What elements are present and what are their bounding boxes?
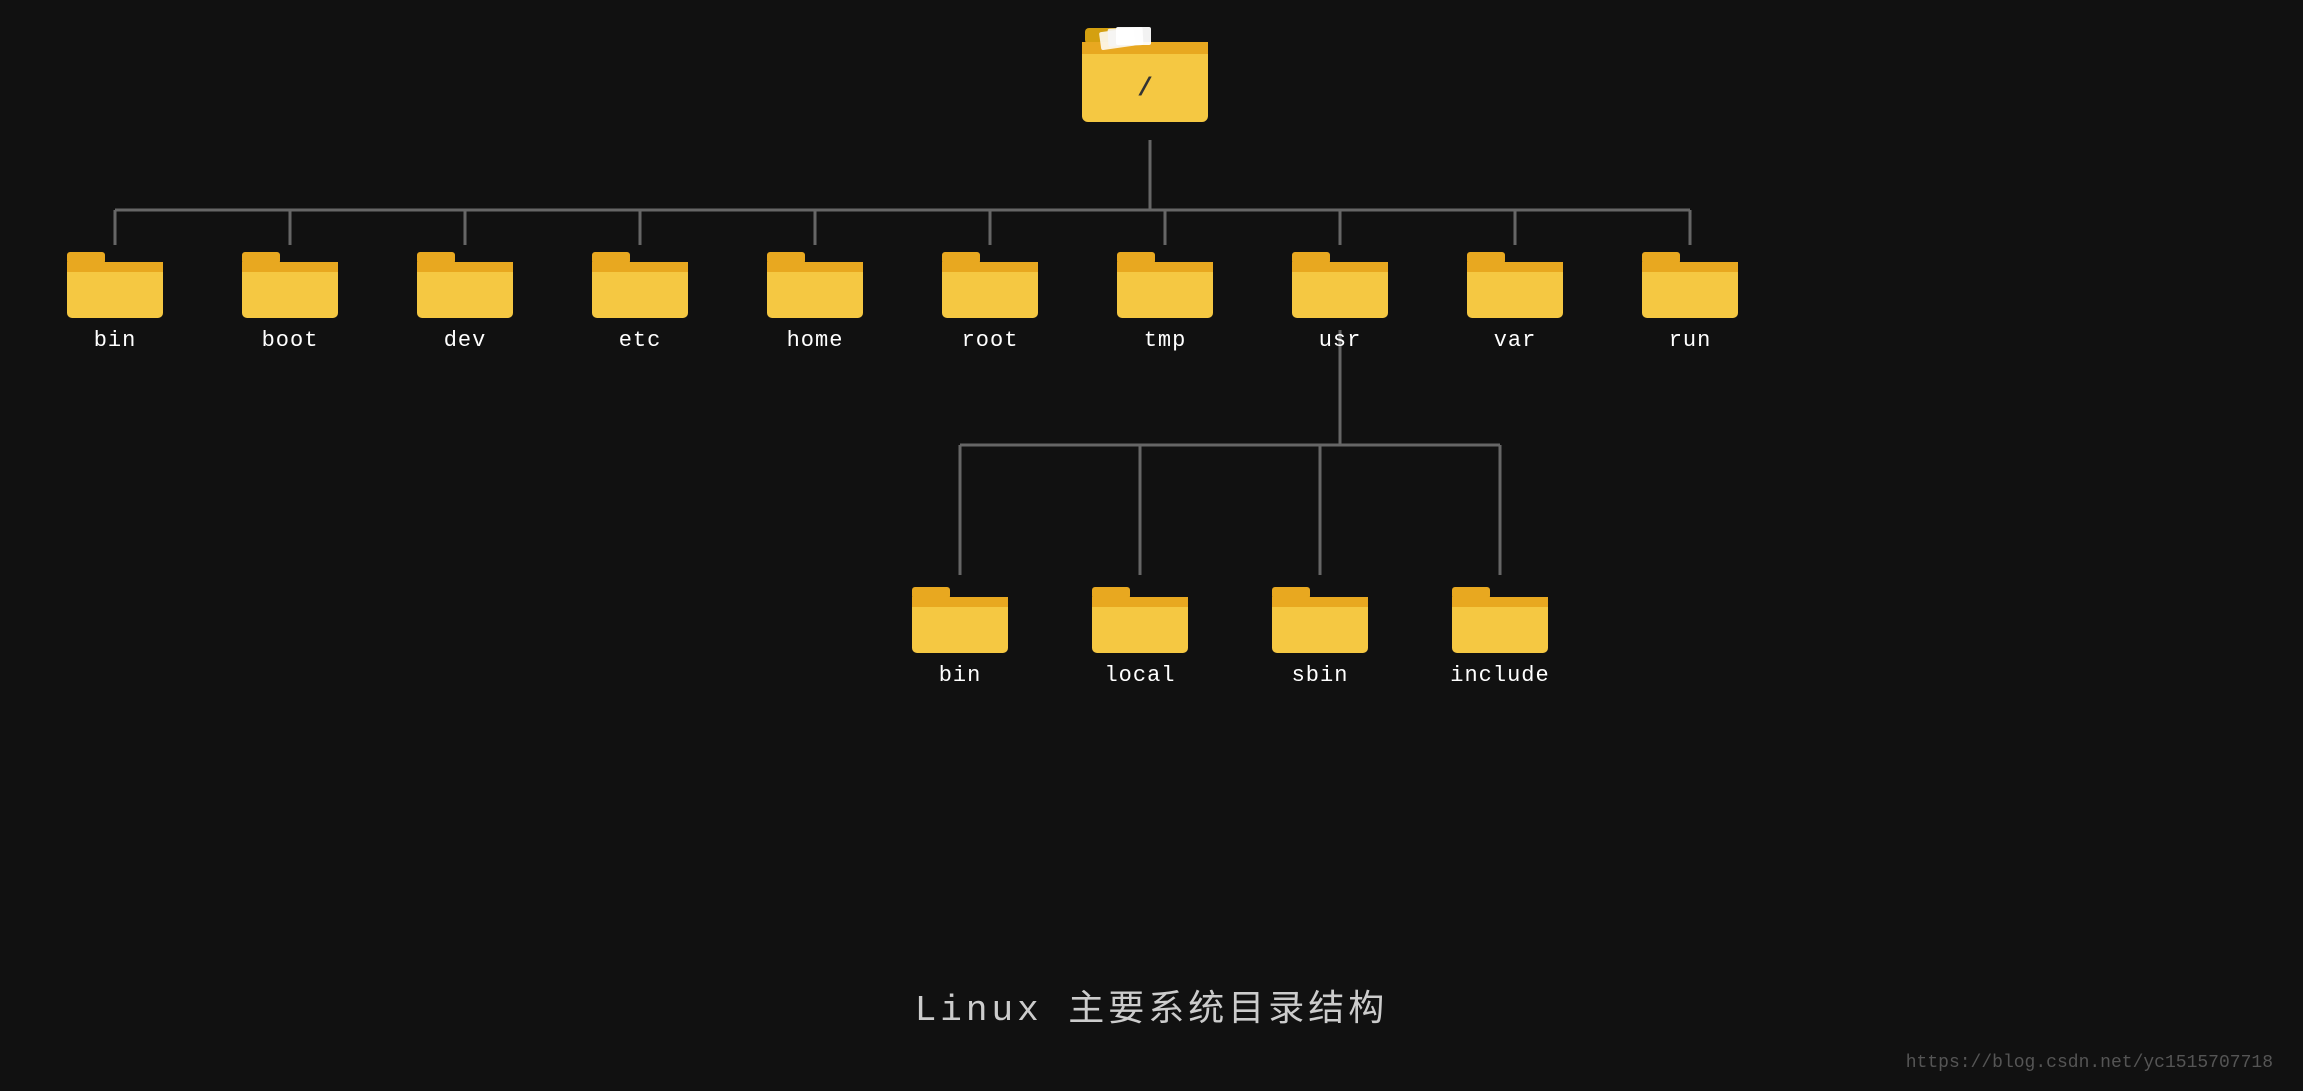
folder-usr-include: include	[1440, 575, 1560, 688]
folder-tmp-label: tmp	[1144, 328, 1187, 353]
folder-usr-local: local	[1080, 575, 1200, 688]
folder-tmp: tmp	[1105, 240, 1225, 353]
folder-var-icon	[1465, 240, 1565, 320]
folder-usr-bin: bin	[900, 575, 1020, 688]
folder-home: home	[755, 240, 875, 353]
root-folder-icon: /	[1080, 20, 1210, 130]
folder-boot-icon	[240, 240, 340, 320]
folder-root: root	[930, 240, 1050, 353]
folder-etc-label: etc	[619, 328, 662, 353]
folder-usr-bin-icon	[910, 575, 1010, 655]
folder-tmp-icon	[1115, 240, 1215, 320]
folder-etc: etc	[580, 240, 700, 353]
folder-usr-local-label: local	[1104, 663, 1175, 688]
folder-dev-label: dev	[444, 328, 487, 353]
folder-var-label: var	[1494, 328, 1537, 353]
folder-home-icon	[765, 240, 865, 320]
watermark: https://blog.csdn.net/yc1515707718	[1906, 1053, 2273, 1073]
diagram-caption: Linux 主要系统目录结构	[915, 979, 1389, 1031]
folder-var: var	[1455, 240, 1575, 353]
folder-bin-l1-icon	[65, 240, 165, 320]
folder-usr-label: usr	[1319, 328, 1362, 353]
diagram-container: / bin boot	[0, 0, 2303, 1091]
folder-root-label: root	[962, 328, 1019, 353]
svg-text:/: /	[1137, 73, 1153, 103]
folder-dev: dev	[405, 240, 525, 353]
tree-lines	[0, 0, 2303, 1091]
folder-root-icon	[940, 240, 1040, 320]
folder-boot-label: boot	[262, 328, 319, 353]
folder-usr: usr	[1280, 240, 1400, 353]
folder-usr-local-icon	[1090, 575, 1190, 655]
folder-usr-sbin-label: sbin	[1292, 663, 1349, 688]
folder-usr-include-icon	[1450, 575, 1550, 655]
folder-bin-l1: bin	[55, 240, 175, 353]
folder-boot: boot	[230, 240, 350, 353]
root-folder: /	[1085, 20, 1205, 130]
folder-run-label: run	[1669, 328, 1712, 353]
folder-run-icon	[1640, 240, 1740, 320]
folder-usr-sbin-icon	[1270, 575, 1370, 655]
folder-usr-sbin: sbin	[1260, 575, 1380, 688]
folder-run: run	[1630, 240, 1750, 353]
folder-usr-include-label: include	[1450, 663, 1549, 688]
folder-usr-icon	[1290, 240, 1390, 320]
folder-dev-icon	[415, 240, 515, 320]
folder-etc-icon	[590, 240, 690, 320]
folder-home-label: home	[787, 328, 844, 353]
folder-bin-l1-label: bin	[94, 328, 137, 353]
folder-usr-bin-label: bin	[939, 663, 982, 688]
